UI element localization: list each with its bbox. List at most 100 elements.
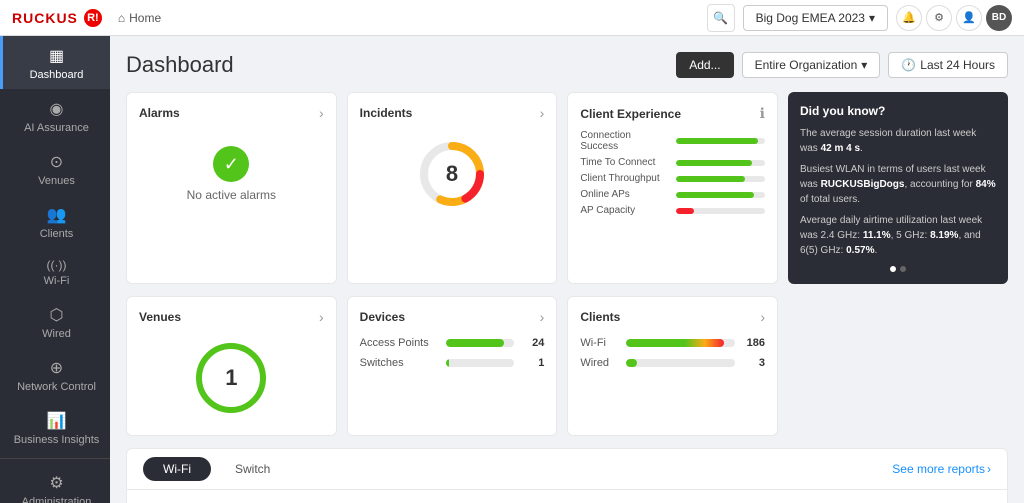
search-button[interactable]: 🔍 bbox=[707, 4, 735, 32]
device-bar-bg-switches bbox=[446, 359, 515, 367]
device-row-aps: Access Points 24 bbox=[360, 337, 545, 349]
dyk-dot-1[interactable] bbox=[890, 266, 896, 272]
header-actions: Add... Entire Organization ▾ 🕐 Last 24 H… bbox=[676, 52, 1008, 78]
venues-content: 1 bbox=[139, 333, 324, 423]
logo-area: RUCKUS R! bbox=[12, 9, 102, 27]
client-count-wifi: 186 bbox=[745, 337, 765, 349]
clients-rows: Wi-Fi 186 Wired 3 bbox=[580, 333, 765, 369]
client-row-wired: Wired 3 bbox=[580, 357, 765, 369]
sidebar-item-wifi[interactable]: ((·)) Wi-Fi bbox=[0, 248, 110, 295]
ce-bar-bg-connection-success bbox=[676, 138, 765, 144]
sidebar: ▦ Dashboard ◉ AI Assurance ⊙ Venues 👥 Cl… bbox=[0, 36, 110, 503]
see-more-reports-link[interactable]: See more reports › bbox=[892, 462, 991, 476]
ce-label-ap-capacity: AP Capacity bbox=[580, 205, 670, 216]
clients-icon: 👥 bbox=[47, 205, 67, 225]
main-content: Dashboard Add... Entire Organization ▾ 🕐… bbox=[110, 36, 1024, 503]
device-bar-switches bbox=[446, 359, 449, 367]
tab-switch[interactable]: Switch bbox=[215, 457, 290, 481]
ce-info-icon[interactable]: ℹ bbox=[760, 105, 765, 122]
clients-card-header: Clients › bbox=[580, 309, 765, 325]
devices-card-header: Devices › bbox=[360, 309, 545, 325]
client-bar-bg-wifi bbox=[626, 339, 735, 347]
page-title: Dashboard bbox=[126, 52, 234, 78]
did-you-know-card: Did you know? The average session durati… bbox=[788, 92, 1008, 284]
venues-arrow-icon[interactable]: › bbox=[319, 309, 324, 325]
sidebar-item-business-insights[interactable]: 📊 Business Insights bbox=[0, 401, 110, 454]
device-label-aps: Access Points bbox=[360, 337, 440, 349]
sidebar-item-wired[interactable]: ⬡ Wired bbox=[0, 295, 110, 348]
sidebar-item-venues[interactable]: ⊙ Venues bbox=[0, 142, 110, 195]
alarms-card: Alarms › ✓ No active alarms bbox=[126, 92, 337, 284]
logo-r-icon: R! bbox=[84, 9, 102, 27]
sidebar-item-ai-assurance[interactable]: ◉ AI Assurance bbox=[0, 89, 110, 142]
time-filter-button[interactable]: 🕐 Last 24 Hours bbox=[888, 52, 1008, 78]
ce-label-time-to-connect: Time To Connect bbox=[580, 157, 670, 168]
bottom-section: Wi-Fi Switch See more reports › Traffic … bbox=[126, 448, 1008, 503]
incidents-arrow-icon[interactable]: › bbox=[540, 105, 545, 121]
clients-arrow-icon[interactable]: › bbox=[760, 309, 765, 325]
client-bar-wifi bbox=[626, 339, 724, 347]
devices-title: Devices bbox=[360, 310, 405, 324]
dyk-dot-2[interactable] bbox=[900, 266, 906, 272]
incidents-content: 8 bbox=[360, 129, 545, 219]
wifi-icon: ((·)) bbox=[47, 258, 67, 272]
device-count-aps: 24 bbox=[524, 337, 544, 349]
alarms-content: ✓ No active alarms bbox=[139, 129, 324, 219]
sidebar-bottom: ⚙ Administration ◄ Collapse bbox=[0, 454, 110, 503]
venues-title: Venues bbox=[139, 310, 181, 324]
alarms-arrow-icon[interactable]: › bbox=[319, 105, 324, 121]
sidebar-divider bbox=[0, 458, 110, 459]
dyk-bullet-3: Average daily airtime utilization last w… bbox=[800, 213, 996, 258]
add-button[interactable]: Add... bbox=[676, 52, 733, 78]
venues-card: Venues › 1 bbox=[126, 296, 337, 436]
incidents-card-header: Incidents › bbox=[360, 105, 545, 121]
charts-grid: Traffic by Volume ℹ 2.4 GHz 5 GHz bbox=[127, 490, 1007, 503]
ce-title: Client Experience bbox=[580, 107, 681, 121]
sidebar-item-clients[interactable]: 👥 Clients bbox=[0, 195, 110, 248]
ce-card-header: Client Experience ℹ bbox=[580, 105, 765, 122]
ce-label-online-aps: Online APs bbox=[580, 189, 670, 200]
ce-bar-connection-success bbox=[676, 138, 758, 144]
clients-title: Clients bbox=[580, 310, 620, 324]
alarms-title: Alarms bbox=[139, 106, 180, 120]
nav-icons: 🔔 ⚙ 👤 BD bbox=[896, 5, 1012, 31]
device-row-switches: Switches 1 bbox=[360, 357, 545, 369]
sidebar-item-dashboard[interactable]: ▦ Dashboard bbox=[0, 36, 110, 89]
avatar[interactable]: BD bbox=[986, 5, 1012, 31]
clients-card: Clients › Wi-Fi 186 Wired bbox=[567, 296, 778, 436]
devices-arrow-icon[interactable]: › bbox=[540, 309, 545, 325]
bell-icon[interactable]: 🔔 bbox=[896, 5, 922, 31]
business-insights-icon: 📊 bbox=[47, 411, 67, 431]
user-icon[interactable]: 👤 bbox=[956, 5, 982, 31]
dyk-title: Did you know? bbox=[800, 104, 996, 118]
main-layout: ▦ Dashboard ◉ AI Assurance ⊙ Venues 👥 Cl… bbox=[0, 36, 1024, 503]
alarm-check-icon: ✓ bbox=[213, 146, 249, 182]
org-filter-button[interactable]: Entire Organization ▾ bbox=[742, 52, 881, 78]
ce-bar-bg-time bbox=[676, 160, 765, 166]
dyk-bullet-1: The average session duration last week w… bbox=[800, 126, 996, 156]
org-selector[interactable]: Big Dog EMEA 2023 ▾ bbox=[743, 5, 888, 31]
dashboard-grid-2: Venues › 1 Devices › Access Points bbox=[126, 296, 1008, 436]
dyk-bullet-2: Busiest WLAN in terms of users last week… bbox=[800, 162, 996, 207]
client-label-wired: Wired bbox=[580, 357, 620, 369]
venue-count-circle: 1 bbox=[196, 343, 266, 413]
ce-bar-bg-aps bbox=[676, 192, 765, 198]
sidebar-item-network-control[interactable]: ⊕ Network Control bbox=[0, 348, 110, 401]
ce-label-connection-success: Connection Success bbox=[580, 130, 670, 152]
client-label-wifi: Wi-Fi bbox=[580, 337, 620, 349]
incidents-card: Incidents › 8 bbox=[347, 92, 558, 284]
incidents-count: 8 bbox=[446, 161, 458, 187]
clock-icon: 🕐 bbox=[901, 58, 916, 72]
ce-row-time-to-connect: Time To Connect bbox=[580, 157, 765, 168]
ce-label-throughput: Client Throughput bbox=[580, 173, 670, 184]
nav-home[interactable]: Home bbox=[118, 11, 161, 25]
top-nav: RUCKUS R! Home 🔍 Big Dog EMEA 2023 ▾ 🔔 ⚙… bbox=[0, 0, 1024, 36]
ai-assurance-icon: ◉ bbox=[50, 99, 64, 119]
device-count-switches: 1 bbox=[524, 357, 544, 369]
sidebar-item-administration[interactable]: ⚙ Administration bbox=[0, 463, 110, 503]
settings-icon[interactable]: ⚙ bbox=[926, 5, 952, 31]
tab-wifi[interactable]: Wi-Fi bbox=[143, 457, 211, 481]
dyk-dots bbox=[800, 266, 996, 272]
administration-icon: ⚙ bbox=[49, 473, 63, 493]
client-experience-card: Client Experience ℹ Connection Success T… bbox=[567, 92, 778, 284]
